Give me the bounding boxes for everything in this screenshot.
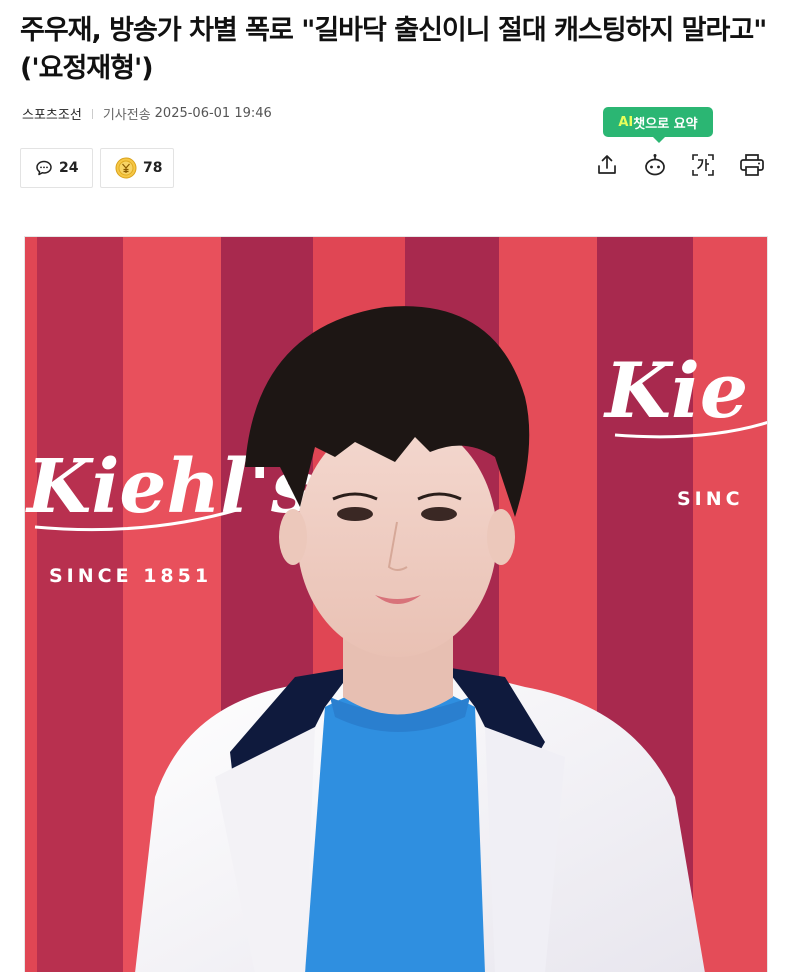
- press-name[interactable]: 스포츠조선: [22, 104, 82, 123]
- meta-divider: [91, 108, 93, 119]
- comment-icon: [35, 159, 53, 177]
- article-headline: 주우재, 방송가 차별 폭로 "길바닥 출신이니 절대 캐스팅하지 말라고" (…: [20, 15, 767, 84]
- ai-label: AI: [618, 114, 634, 130]
- share-button[interactable]: [592, 150, 622, 180]
- backdrop-tagline-left: SINCE 1851: [49, 565, 212, 587]
- timestamp: 2025-06-01 19:46: [154, 106, 272, 121]
- article-photo[interactable]: Kiehl's SINCE 1851 Kie SINC: [24, 236, 768, 972]
- coin-reaction-icon: [115, 157, 137, 179]
- ai-bot-icon: [645, 154, 665, 176]
- share-icon: [598, 155, 616, 174]
- reactions-button[interactable]: 78: [100, 148, 174, 188]
- ai-summary-label: 챗으로 요약: [633, 116, 698, 132]
- article-meta: 스포츠조선 기사전송 2025-06-01 19:46: [22, 104, 272, 123]
- backdrop-tagline-right: SINC: [677, 488, 744, 510]
- font-size-icon: [692, 154, 714, 176]
- backdrop-logo-right: Kie: [603, 346, 748, 435]
- font-size-button[interactable]: [688, 150, 718, 180]
- ai-summary-button[interactable]: [640, 150, 670, 180]
- photo-illustration: Kiehl's SINCE 1851 Kie SINC: [25, 237, 767, 972]
- print-icon: [740, 154, 764, 176]
- comments-button[interactable]: 24: [20, 148, 93, 188]
- ai-summary-tooltip[interactable]: AI 챗으로 요약: [603, 107, 713, 143]
- comment-count: 24: [59, 160, 79, 176]
- print-button[interactable]: [737, 150, 767, 180]
- reaction-count: 78: [143, 160, 163, 176]
- timestamp-label: 기사전송: [102, 108, 151, 123]
